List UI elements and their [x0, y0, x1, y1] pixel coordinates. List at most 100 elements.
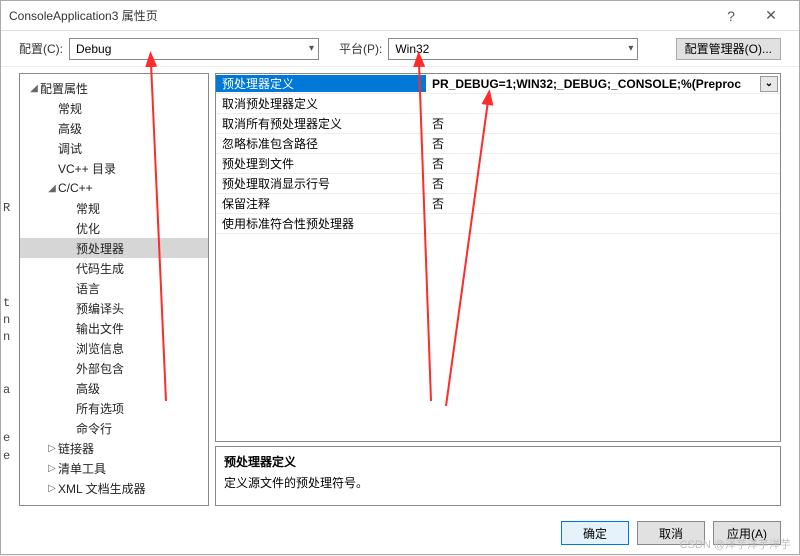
- tree-item[interactable]: ▷清单工具: [20, 458, 208, 478]
- property-name: 预处理器定义: [216, 75, 426, 92]
- tree-item-label: 预编译头: [76, 300, 124, 317]
- grid-row[interactable]: 使用标准符合性预处理器: [216, 214, 780, 234]
- apply-button[interactable]: 应用(A): [713, 521, 781, 545]
- footer: 确定 取消 应用(A): [1, 512, 799, 554]
- tree-item[interactable]: 命令行: [20, 418, 208, 438]
- config-value: Debug: [76, 42, 111, 56]
- property-name: 预处理取消显示行号: [216, 175, 426, 192]
- ghost-char: t: [3, 296, 10, 310]
- tree-item[interactable]: 常规: [20, 198, 208, 218]
- tree-item[interactable]: ▷XML 文档生成器: [20, 478, 208, 498]
- tree-item[interactable]: 语言: [20, 278, 208, 298]
- tree-item[interactable]: ◢C/C++: [20, 178, 208, 198]
- description-body: 定义源文件的预处理符号。: [224, 474, 772, 491]
- property-value[interactable]: 否: [426, 135, 780, 152]
- tree-item-label: 高级: [76, 380, 100, 397]
- tree-item[interactable]: 代码生成: [20, 258, 208, 278]
- tree-item[interactable]: 输出文件: [20, 318, 208, 338]
- ghost-char: R: [3, 201, 10, 215]
- tree-item[interactable]: 浏览信息: [20, 338, 208, 358]
- description-panel: 预处理器定义 定义源文件的预处理符号。: [215, 446, 781, 506]
- platform-value: Win32: [395, 42, 429, 56]
- tree-item-label: 输出文件: [76, 320, 124, 337]
- property-name: 取消预处理器定义: [216, 95, 426, 112]
- right-pane: 预处理器定义PR_DEBUG=1;WIN32;_DEBUG;_CONSOLE;%…: [215, 73, 781, 506]
- tree-item[interactable]: 调试: [20, 138, 208, 158]
- grid-row[interactable]: 预处理器定义PR_DEBUG=1;WIN32;_DEBUG;_CONSOLE;%…: [216, 74, 780, 94]
- property-name: 保留注释: [216, 195, 426, 212]
- tree-item[interactable]: 高级: [20, 118, 208, 138]
- ghost-char: e: [3, 431, 10, 445]
- dropdown-icon[interactable]: ⌄: [760, 76, 778, 92]
- grid-row[interactable]: 取消所有预处理器定义否: [216, 114, 780, 134]
- tree-item-label: 外部包含: [76, 360, 124, 377]
- tree-item-label: 预处理器: [76, 240, 124, 257]
- tree-item[interactable]: 优化: [20, 218, 208, 238]
- platform-label: 平台(P):: [339, 40, 382, 57]
- tree-item[interactable]: ▷链接器: [20, 438, 208, 458]
- property-value[interactable]: 否: [426, 195, 780, 212]
- tree-collapsed-icon[interactable]: ▷: [46, 443, 58, 454]
- description-header: 预处理器定义: [224, 453, 772, 470]
- property-grid[interactable]: 预处理器定义PR_DEBUG=1;WIN32;_DEBUG;_CONSOLE;%…: [215, 73, 781, 442]
- tree-item-label: 语言: [76, 280, 100, 297]
- tree-item[interactable]: 预处理器: [20, 238, 208, 258]
- ghost-char: a: [3, 383, 10, 397]
- tree-item-label: 常规: [76, 200, 100, 217]
- tree-item[interactable]: ◢配置属性: [20, 78, 208, 98]
- tree-item-label: 清单工具: [58, 460, 106, 477]
- tree-item-label: 链接器: [58, 440, 94, 457]
- titlebar: ConsoleApplication3 属性页 ? ✕: [1, 1, 799, 31]
- tree-item-label: C/C++: [58, 181, 93, 195]
- cancel-button[interactable]: 取消: [637, 521, 705, 545]
- window-title: ConsoleApplication3 属性页: [9, 7, 711, 24]
- ok-button[interactable]: 确定: [561, 521, 629, 545]
- tree-item-label: 代码生成: [76, 260, 124, 277]
- tree-expanded-icon[interactable]: ◢: [28, 83, 40, 94]
- property-value[interactable]: 否: [426, 115, 780, 132]
- grid-row[interactable]: 取消预处理器定义: [216, 94, 780, 114]
- tree-collapsed-icon[interactable]: ▷: [46, 483, 58, 494]
- close-button[interactable]: ✕: [751, 7, 791, 24]
- config-manager-button[interactable]: 配置管理器(O)...: [676, 38, 781, 60]
- property-page-window: ConsoleApplication3 属性页 ? ✕ 配置(C): Debug…: [0, 0, 800, 555]
- property-value[interactable]: PR_DEBUG=1;WIN32;_DEBUG;_CONSOLE;%(Prepr…: [426, 76, 780, 92]
- tree-item[interactable]: 所有选项: [20, 398, 208, 418]
- tree-item-label: 高级: [58, 120, 82, 137]
- body: ◢配置属性常规高级调试VC++ 目录◢C/C++常规优化预处理器代码生成语言预编…: [1, 67, 799, 512]
- tree-item[interactable]: 高级: [20, 378, 208, 398]
- grid-row[interactable]: 预处理到文件否: [216, 154, 780, 174]
- tree-item-label: 调试: [58, 140, 82, 157]
- platform-combo[interactable]: Win32 ▾: [388, 38, 638, 60]
- tree-collapsed-icon[interactable]: ▷: [46, 463, 58, 474]
- config-row: 配置(C): Debug ▾ 平台(P): Win32 ▾ 配置管理器(O)..…: [1, 31, 799, 67]
- chevron-down-icon: ▾: [309, 43, 314, 54]
- tree-expanded-icon[interactable]: ◢: [46, 183, 58, 194]
- chevron-down-icon: ▾: [628, 43, 633, 54]
- grid-row[interactable]: 忽略标准包含路径否: [216, 134, 780, 154]
- config-label: 配置(C):: [19, 40, 63, 57]
- tree-item-label: 优化: [76, 220, 100, 237]
- help-button[interactable]: ?: [711, 8, 751, 24]
- property-value[interactable]: 否: [426, 155, 780, 172]
- ghost-char: e: [3, 449, 10, 463]
- tree-item-label: 所有选项: [76, 400, 124, 417]
- tree-item[interactable]: 外部包含: [20, 358, 208, 378]
- tree-item-label: 常规: [58, 100, 82, 117]
- tree-item-label: 配置属性: [40, 80, 88, 97]
- property-name: 忽略标准包含路径: [216, 135, 426, 152]
- ghost-char: n: [3, 313, 10, 327]
- tree-item[interactable]: 预编译头: [20, 298, 208, 318]
- tree-item-label: 命令行: [76, 420, 112, 437]
- tree-item[interactable]: VC++ 目录: [20, 158, 208, 178]
- property-value[interactable]: 否: [426, 175, 780, 192]
- tree-item-label: VC++ 目录: [58, 160, 116, 177]
- property-name: 使用标准符合性预处理器: [216, 215, 426, 232]
- config-combo[interactable]: Debug ▾: [69, 38, 319, 60]
- tree-item[interactable]: 常规: [20, 98, 208, 118]
- ghost-char: n: [3, 330, 10, 344]
- category-tree[interactable]: ◢配置属性常规高级调试VC++ 目录◢C/C++常规优化预处理器代码生成语言预编…: [19, 73, 209, 506]
- grid-row[interactable]: 预处理取消显示行号否: [216, 174, 780, 194]
- tree-item-label: 浏览信息: [76, 340, 124, 357]
- grid-row[interactable]: 保留注释否: [216, 194, 780, 214]
